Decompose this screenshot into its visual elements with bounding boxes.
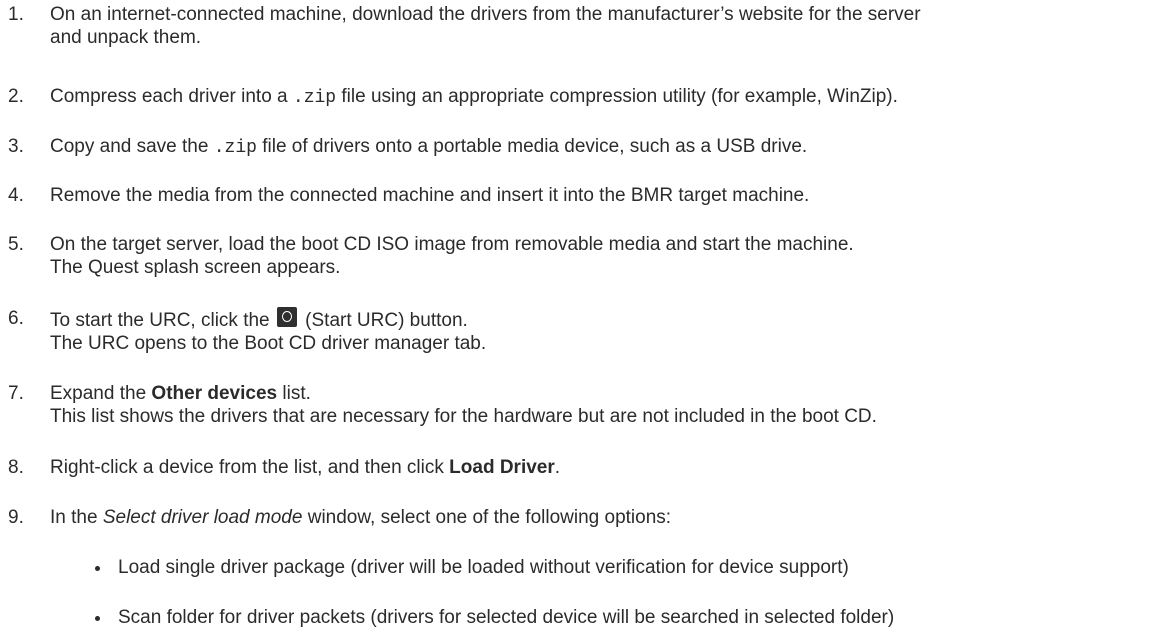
step-text-continued: This list shows the drivers that are nec… (50, 406, 877, 427)
step-text: Remove the media from the connected mach… (50, 185, 810, 206)
option-list-item: Scan folder for driver packets (drivers … (118, 607, 895, 628)
step-text: Compress each driver into a .zip file us… (50, 86, 898, 108)
load-driver-label: Load Driver (449, 457, 555, 478)
step-number: 2. (8, 86, 24, 107)
step-number: 8. (8, 457, 24, 478)
zip-extension: .zip (292, 88, 337, 108)
step-text-continued: The URC opens to the Boot CD driver mana… (50, 333, 487, 354)
step-text: Right-click a device from the list, and … (50, 457, 561, 478)
step-number: 9. (8, 507, 24, 528)
step-text: Expand the Other devices list. (50, 383, 311, 404)
step-text: To start the URC, click the (Start URC) … (50, 307, 1170, 332)
step-number: 3. (8, 136, 24, 157)
step-text: On an internet-connected machine, downlo… (50, 4, 921, 25)
step-number: 7. (8, 383, 24, 404)
instructions-document: 1. On an internet-connected machine, dow… (0, 0, 1174, 633)
step-number: 5. (8, 234, 24, 255)
step-text-continued: The Quest splash screen appears. (50, 257, 341, 278)
zip-extension: .zip (213, 138, 257, 158)
step-text: Copy and save the .zip file of drivers o… (50, 136, 808, 158)
step-number: 4. (8, 185, 24, 206)
step-number: 6. (8, 308, 24, 329)
step-number: 1. (8, 4, 24, 25)
step-text: In the Select driver load mode window, s… (50, 507, 672, 528)
window-name: Select driver load mode (102, 507, 303, 528)
start-urc-icon (276, 307, 297, 327)
step-text-continued: and unpack them. (50, 27, 202, 48)
option-list-item: Load single driver package (driver will … (118, 557, 849, 578)
step-text: On the target server, load the boot CD I… (50, 234, 854, 255)
other-devices-label: Other devices (151, 383, 278, 404)
